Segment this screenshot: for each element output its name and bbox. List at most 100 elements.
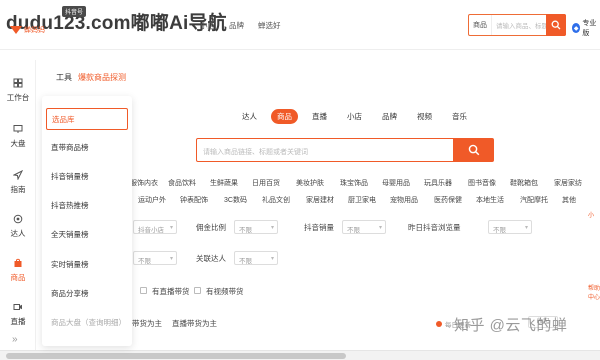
category-chip[interactable]: 医药保健 bbox=[434, 195, 462, 205]
brand-logo[interactable]: 蝉妈妈 bbox=[10, 26, 56, 34]
category-chip[interactable]: 玩具乐器 bbox=[424, 178, 452, 188]
sidebar-item-product[interactable]: 商品 bbox=[0, 258, 36, 283]
live-sale-checkbox[interactable] bbox=[140, 287, 147, 294]
workbench-icon bbox=[13, 78, 23, 88]
guide-icon bbox=[12, 169, 24, 181]
video-sale-checkbox[interactable] bbox=[194, 287, 201, 294]
shop-type-select[interactable]: 抖音小店 ▾ bbox=[133, 220, 177, 234]
category-chip[interactable]: 鞋靴箱包 bbox=[510, 178, 538, 188]
category-chip[interactable]: 其他 bbox=[562, 195, 576, 205]
search-category-select[interactable]: 商品 bbox=[469, 15, 492, 35]
horizontal-scrollbar[interactable] bbox=[0, 350, 600, 360]
zhihu-watermark: 知乎 @云飞的蝉 bbox=[454, 317, 568, 334]
main-search-placeholder: 请输入商品链接、标题或者关键词 bbox=[203, 149, 308, 156]
chevron-down-icon: ▾ bbox=[524, 225, 528, 231]
category-chip[interactable]: 服饰内衣 bbox=[130, 178, 158, 188]
category-chip[interactable]: 宠物用品 bbox=[390, 195, 418, 205]
video-icon bbox=[13, 304, 22, 310]
menu-item-realtime-sales[interactable]: 实时销量榜 bbox=[46, 253, 128, 275]
hot-product-link[interactable]: 爆款商品探测 bbox=[78, 72, 126, 83]
select-value: 抖音小店 bbox=[138, 227, 164, 234]
mainly-sale-option[interactable]: 带货为主 bbox=[132, 318, 162, 329]
category-chip[interactable]: 3C数码 bbox=[224, 195, 247, 205]
category-chip[interactable]: 生鲜蔬果 bbox=[210, 178, 238, 188]
sales-select[interactable]: 不限 ▾ bbox=[342, 220, 386, 234]
related-influencer-select[interactable]: 不限 ▾ bbox=[234, 251, 278, 265]
price-select[interactable]: 不限 ▾ bbox=[133, 251, 177, 265]
tab-product[interactable]: 商品 bbox=[271, 109, 298, 124]
select-value: 不限 bbox=[138, 258, 151, 265]
sidebar-item-guide[interactable]: 指南 bbox=[0, 169, 36, 195]
status-dot-icon bbox=[436, 321, 442, 327]
category-chip[interactable]: 家居建材 bbox=[306, 195, 334, 205]
sidebar-item-label: 大盘 bbox=[10, 139, 26, 148]
bag-icon bbox=[14, 258, 22, 267]
topnav-item[interactable]: 小店 bbox=[200, 20, 215, 31]
sidebar-item-dashboard[interactable]: 大盘 bbox=[0, 124, 36, 149]
category-chip[interactable]: 厨卫家电 bbox=[348, 195, 376, 205]
views-label: 昨日抖音浏览量 bbox=[408, 223, 461, 232]
search-type-tabs: 达人 商品 直播 小店 品牌 视频 音乐 bbox=[236, 109, 473, 124]
user-icon bbox=[13, 214, 23, 224]
select-value: 不限 bbox=[347, 227, 360, 234]
product-dropdown-menu: 选品库 直带商品榜 抖音销量榜 抖音热推榜 全天销量榜 实时销量榜 商品分享榜 … bbox=[42, 96, 132, 346]
expand-chevron-icon[interactable]: » bbox=[12, 334, 18, 345]
tab-video[interactable]: 视频 bbox=[411, 109, 438, 124]
tab-brand[interactable]: 品牌 bbox=[376, 109, 403, 124]
category-chip[interactable]: 图书音像 bbox=[468, 178, 496, 188]
brand-mark-icon bbox=[10, 26, 22, 34]
header-search-button[interactable] bbox=[546, 14, 566, 36]
chevron-down-icon: ▾ bbox=[270, 256, 274, 262]
sidebar-item-label: 商品 bbox=[10, 273, 26, 282]
category-chip[interactable]: 美妆护肤 bbox=[296, 178, 324, 188]
search-icon bbox=[468, 144, 480, 156]
topnav-item[interactable]: 蝉选好 bbox=[258, 20, 281, 31]
right-float-toolbar[interactable]: 小 帮助 中心 bbox=[588, 210, 600, 330]
menu-item-selection-library[interactable]: 选品库 bbox=[46, 108, 128, 130]
topnav-item[interactable]: 品牌 bbox=[229, 20, 244, 31]
menu-item-product-overview[interactable]: 商品大盘（查询明细） bbox=[46, 311, 128, 333]
right-tool-item[interactable]: 小 bbox=[588, 210, 600, 219]
tab-shop[interactable]: 小店 bbox=[341, 109, 368, 124]
menu-item-douyin-hot[interactable]: 抖音热推榜 bbox=[46, 194, 128, 216]
tab-live[interactable]: 直播 bbox=[306, 109, 333, 124]
tab-music[interactable]: 音乐 bbox=[446, 109, 473, 124]
category-chip[interactable]: 珠宝饰品 bbox=[340, 178, 368, 188]
sidebar-item-influencer[interactable]: 达人 bbox=[0, 214, 36, 239]
sidebar-item-workbench[interactable]: 工作台 bbox=[0, 78, 36, 103]
sidebar-item-live[interactable]: 直播 bbox=[0, 302, 36, 327]
main-search-input[interactable]: 请输入商品链接、标题或者关键词 bbox=[196, 138, 454, 162]
category-chip[interactable]: 运动户外 bbox=[138, 195, 166, 205]
scrollbar-thumb[interactable] bbox=[6, 353, 346, 359]
menu-item-live-products[interactable]: 直带商品榜 bbox=[46, 136, 128, 158]
chevron-down-icon: ▾ bbox=[169, 256, 173, 262]
left-sidebar: 工作台 大盘 指南 达人 商品 直播 » bbox=[0, 60, 36, 350]
category-chip[interactable]: 食品饮料 bbox=[168, 178, 196, 188]
menu-item-product-share[interactable]: 商品分享榜 bbox=[46, 282, 128, 304]
right-tool-item[interactable]: 中心 bbox=[588, 292, 600, 301]
menu-item-allday-sales[interactable]: 全天销量榜 bbox=[46, 223, 128, 245]
select-value: 不限 bbox=[239, 258, 252, 265]
commission-select[interactable]: 不限 ▾ bbox=[234, 220, 278, 234]
main-search-button[interactable] bbox=[454, 138, 494, 162]
category-chip[interactable]: 钟表配饰 bbox=[180, 195, 208, 205]
category-chip[interactable]: 汽配摩托 bbox=[520, 195, 548, 205]
top-header: dudu123.com嘟嘟Ai导航 抖音号 蝉妈妈 小店 品牌 蝉选好 商品 请… bbox=[0, 0, 600, 50]
category-chip[interactable]: 母婴用品 bbox=[382, 178, 410, 188]
select-value: 不限 bbox=[493, 227, 506, 234]
category-chip[interactable]: 家居家纺 bbox=[554, 178, 582, 188]
mainly-live-sale-option[interactable]: 直播带货为主 bbox=[172, 318, 217, 329]
tab-influencer[interactable]: 达人 bbox=[236, 109, 263, 124]
right-tool-item[interactable]: 帮助 bbox=[588, 283, 600, 292]
video-sale-label: 有视频带货 bbox=[206, 287, 244, 296]
pro-version-link[interactable]: ◆ 专业版 bbox=[572, 18, 600, 38]
menu-item-douyin-sales[interactable]: 抖音销量榜 bbox=[46, 165, 128, 187]
category-chip[interactable]: 本地生活 bbox=[476, 195, 504, 205]
category-chip[interactable]: 礼品文创 bbox=[262, 195, 290, 205]
chevron-down-icon: ▾ bbox=[378, 225, 382, 231]
chevron-down-icon: ▾ bbox=[169, 225, 173, 231]
chevron-down-icon: ▾ bbox=[270, 225, 274, 231]
related-influencer-label: 关联达人 bbox=[196, 254, 226, 263]
views-select[interactable]: 不限 ▾ bbox=[488, 220, 532, 234]
category-chip[interactable]: 日用百货 bbox=[252, 178, 280, 188]
